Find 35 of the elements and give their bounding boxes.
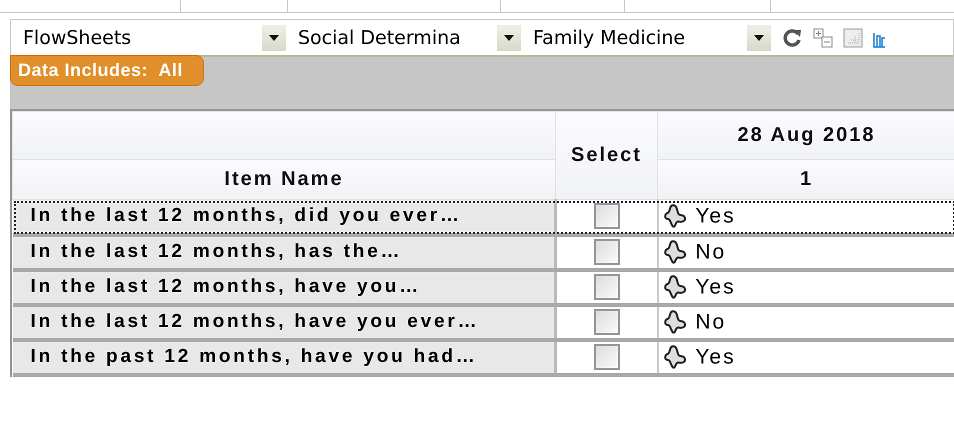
expand-collapse-icon[interactable]: [813, 28, 833, 48]
note-icon: [662, 310, 688, 334]
cell-value: Yes: [695, 275, 736, 298]
grid-icon[interactable]: [843, 28, 863, 48]
table-row[interactable]: In the last 12 months, has the… No: [12, 234, 954, 270]
cell-value: No: [695, 240, 726, 263]
column-header: 28 Aug 2018: [658, 112, 954, 160]
table-row[interactable]: In the last 12 months, have you… Yes: [12, 270, 954, 304]
checkbox[interactable]: [594, 239, 620, 265]
note-icon: [662, 344, 688, 370]
column-header: 1: [658, 160, 954, 200]
dropdown[interactable]: FlowSheets: [11, 24, 286, 50]
note-icon: [662, 274, 688, 300]
cell-value: Yes: [695, 345, 736, 368]
cell-value: Yes: [695, 204, 736, 228]
checkbox[interactable]: [594, 203, 620, 230]
note-icon: [662, 240, 688, 264]
dropdown[interactable]: Family Medicine: [521, 24, 771, 50]
table-row[interactable]: In the past 12 months, have you had… Yes: [12, 340, 954, 374]
table-row[interactable]: In the last 12 months, did you ever… Yes: [12, 200, 954, 234]
row-header: In the past 12 months, have you had…: [12, 340, 556, 374]
cell-value: No: [695, 310, 726, 333]
column-header: Item Name: [12, 160, 556, 200]
checkbox[interactable]: [594, 274, 620, 300]
checkbox[interactable]: [594, 309, 620, 335]
refresh-icon[interactable]: [781, 26, 803, 48]
dropdown[interactable]: Social Determina: [286, 24, 521, 50]
note-icon: [662, 204, 688, 229]
row-header: In the last 12 months, have you ever…: [12, 304, 556, 340]
row-header: In the last 12 months, did you ever…: [12, 200, 556, 234]
checkbox[interactable]: [594, 344, 620, 370]
row-header: In the last 12 months, have you…: [12, 270, 556, 304]
column-header: Select: [556, 112, 658, 200]
row-header: In the last 12 months, has the…: [12, 234, 556, 270]
table-row[interactable]: In the last 12 months, have you ever… No: [12, 304, 954, 340]
